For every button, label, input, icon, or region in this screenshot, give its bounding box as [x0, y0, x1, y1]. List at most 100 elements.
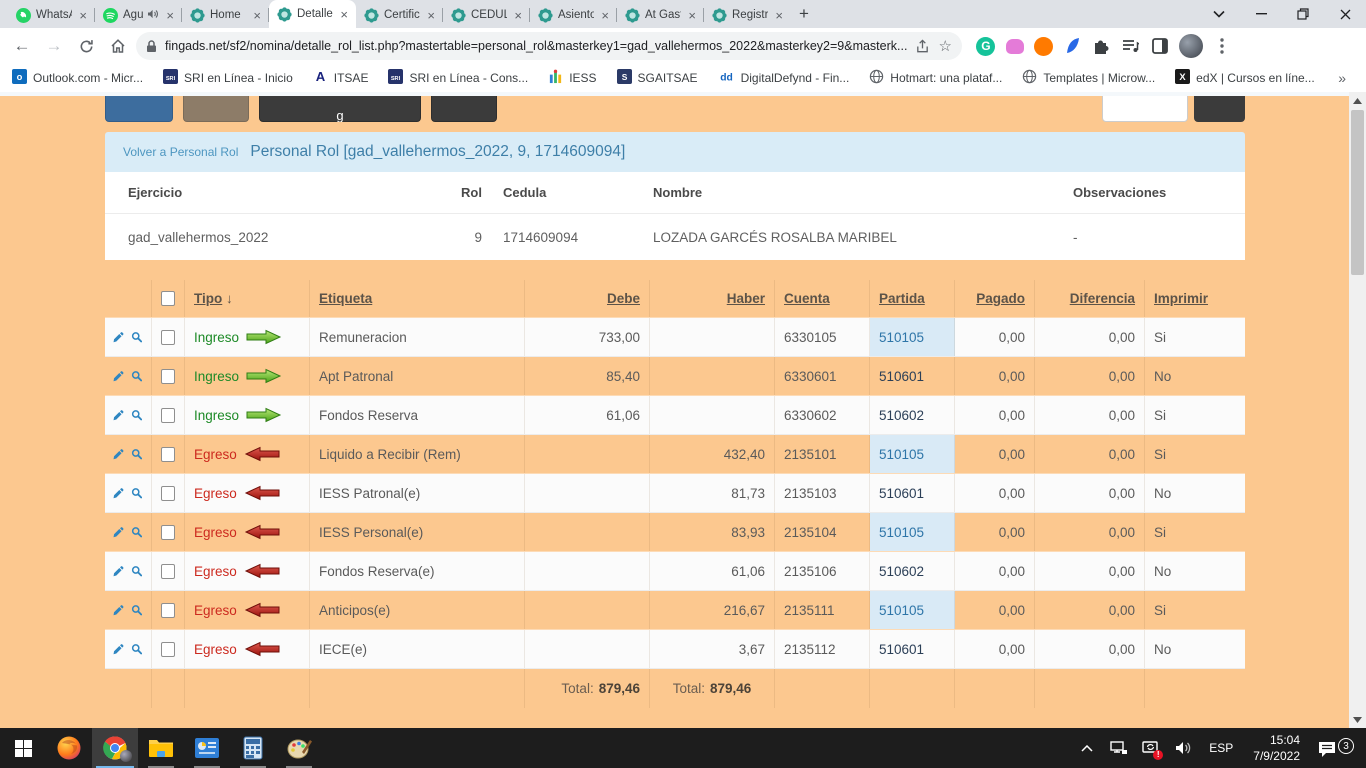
view-magnifier-icon[interactable]: [131, 446, 143, 462]
tab-close-icon[interactable]: ×: [686, 8, 698, 23]
bookmark-globe-8[interactable]: Templates | Microw...: [1022, 69, 1155, 87]
orange-extension-icon[interactable]: [1034, 36, 1054, 56]
page-scrollbar[interactable]: [1349, 92, 1366, 728]
calculator-taskbar-icon[interactable]: [230, 728, 276, 768]
edit-pencil-icon[interactable]: [113, 485, 125, 501]
browser-tab-detalle-rol[interactable]: Detalle Rol×: [269, 0, 356, 28]
tab-close-icon[interactable]: ×: [773, 8, 785, 23]
row-checkbox[interactable]: [161, 525, 175, 540]
bookmark-star-icon[interactable]: ☆: [938, 37, 951, 55]
edit-pencil-icon[interactable]: [113, 329, 125, 345]
tab-close-icon[interactable]: ×: [251, 8, 263, 23]
row-checkbox[interactable]: [161, 330, 175, 345]
profile-avatar[interactable]: [1179, 34, 1203, 58]
address-bar[interactable]: fingads.net/sf2/nomina/detalle_rol_list.…: [136, 32, 962, 60]
presentation-app-taskbar-icon[interactable]: [184, 728, 230, 768]
tray-chevron-up-icon[interactable]: [1073, 728, 1101, 768]
browser-tab-registro-p[interactable]: Registro P×: [704, 2, 791, 28]
tab-close-icon[interactable]: ×: [599, 8, 611, 23]
sidebar-extension-icon[interactable]: [1150, 36, 1170, 56]
tab-close-icon[interactable]: ×: [338, 7, 350, 22]
view-magnifier-icon[interactable]: [131, 329, 143, 345]
restore-button[interactable]: [1282, 0, 1324, 28]
tab-search-chevron-icon[interactable]: [1198, 0, 1240, 28]
blue-feather-extension-icon[interactable]: [1063, 36, 1083, 56]
edit-pencil-icon[interactable]: [113, 446, 125, 462]
tab-close-icon[interactable]: ×: [164, 8, 176, 23]
bookmark-itsae-2[interactable]: AITSAE: [313, 69, 369, 87]
cutoff-button-dark[interactable]: [431, 96, 497, 122]
bookmark-sgaitsae-5[interactable]: SSGAITSAE: [617, 69, 698, 87]
display-sync-alert-icon[interactable]: !: [1137, 728, 1165, 768]
row-checkbox[interactable]: [161, 369, 175, 384]
bookmark-globe-7[interactable]: Hotmart: una plataf...: [869, 69, 1002, 87]
bookmark-outlook-0[interactable]: oOutlook.com - Micr...: [12, 69, 143, 87]
new-tab-button[interactable]: +: [791, 1, 817, 27]
pink-extension-icon[interactable]: [1005, 36, 1025, 56]
tab-close-icon[interactable]: ×: [77, 8, 89, 23]
browser-tab-home[interactable]: Home×: [182, 2, 269, 28]
tab-close-icon[interactable]: ×: [512, 8, 524, 23]
view-magnifier-icon[interactable]: [131, 602, 143, 618]
edit-pencil-icon[interactable]: [113, 641, 125, 657]
scrollbar-thumb[interactable]: [1351, 110, 1364, 275]
home-icon[interactable]: [104, 32, 132, 60]
volume-icon[interactable]: [1169, 728, 1197, 768]
minimize-button[interactable]: [1240, 0, 1282, 28]
cutoff-button-blue[interactable]: [105, 96, 173, 122]
clock[interactable]: 15:04 7/9/2022: [1245, 732, 1308, 764]
edit-pencil-icon[interactable]: [113, 524, 125, 540]
network-icon[interactable]: [1105, 728, 1133, 768]
close-window-button[interactable]: [1324, 0, 1366, 28]
page-size-select[interactable]: [1102, 96, 1188, 122]
browser-tab-at-gastos-s[interactable]: At Gastos S×: [617, 2, 704, 28]
start-button[interactable]: [0, 728, 46, 768]
cutoff-button-dark-wide[interactable]: g: [259, 96, 421, 122]
view-magnifier-icon[interactable]: [131, 641, 143, 657]
share-icon[interactable]: [915, 39, 930, 54]
bookmark-edx-9[interactable]: XedX | Cursos en líne...: [1175, 69, 1315, 87]
reload-icon[interactable]: [72, 32, 100, 60]
row-checkbox[interactable]: [161, 486, 175, 501]
view-magnifier-icon[interactable]: [131, 368, 143, 384]
row-checkbox[interactable]: [161, 408, 175, 423]
select-all-checkbox[interactable]: [161, 291, 175, 306]
grammarly-extension-icon[interactable]: G: [976, 36, 996, 56]
bookmark-sri-3[interactable]: SRISRI en Línea - Cons...: [388, 69, 528, 87]
bookmark-sri-1[interactable]: SRISRI en Línea - Inicio: [163, 69, 293, 87]
view-magnifier-icon[interactable]: [131, 524, 143, 540]
paint-taskbar-icon[interactable]: [276, 728, 322, 768]
view-magnifier-icon[interactable]: [131, 485, 143, 501]
scrollbar-up-arrow[interactable]: [1349, 92, 1366, 109]
scrollbar-down-arrow[interactable]: [1349, 711, 1366, 728]
row-checkbox[interactable]: [161, 447, 175, 462]
file-explorer-taskbar-icon[interactable]: [138, 728, 184, 768]
browser-tab-whatsapp[interactable]: WhatsApp×: [8, 2, 95, 28]
cutoff-button-gray[interactable]: [183, 96, 249, 122]
view-magnifier-icon[interactable]: [131, 563, 143, 579]
chrome-menu-icon[interactable]: [1212, 36, 1232, 56]
bookmarks-overflow-chevron[interactable]: »: [1338, 70, 1354, 86]
tab-close-icon[interactable]: ×: [425, 8, 437, 23]
dark-extension-icon[interactable]: [1092, 36, 1112, 56]
edit-pencil-icon[interactable]: [113, 602, 125, 618]
firefox-taskbar-icon[interactable]: [46, 728, 92, 768]
bookmark-iess-4[interactable]: IESS: [548, 69, 596, 87]
back-to-personal-rol-link[interactable]: Volver a Personal Rol: [123, 145, 238, 159]
row-checkbox[interactable]: [161, 603, 175, 618]
language-indicator[interactable]: ESP: [1201, 741, 1241, 755]
edit-pencil-icon[interactable]: [113, 563, 125, 579]
browser-tab-aguar[interactable]: Aguar×: [95, 2, 182, 28]
bookmark-dd-6[interactable]: ddDigitalDefynd - Fin...: [718, 69, 850, 87]
forward-icon[interactable]: →: [40, 32, 68, 60]
browser-tab-asientos-c[interactable]: Asientos C×: [530, 2, 617, 28]
browser-tab-cedula-p[interactable]: CEDULA P×: [443, 2, 530, 28]
row-checkbox[interactable]: [161, 642, 175, 657]
chrome-taskbar-icon[interactable]: [92, 728, 138, 768]
playlist-extension-icon[interactable]: [1121, 36, 1141, 56]
cutoff-button-dark-small[interactable]: [1194, 96, 1245, 122]
browser-tab-certificaci[interactable]: Certificaci×: [356, 2, 443, 28]
row-checkbox[interactable]: [161, 564, 175, 579]
view-magnifier-icon[interactable]: [131, 407, 143, 423]
tab-audio-icon[interactable]: [148, 9, 159, 22]
